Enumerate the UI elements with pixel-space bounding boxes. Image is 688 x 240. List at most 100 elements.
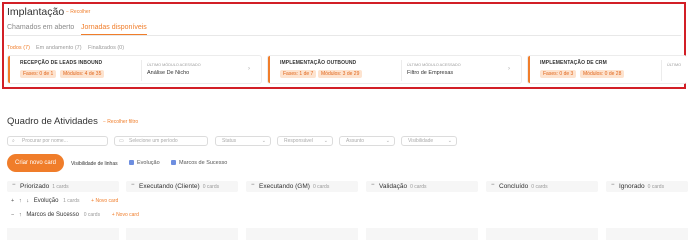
swimlane-row: + ↑ ↓ Evolução 1 cards + Novo card bbox=[11, 198, 118, 207]
board-column-header[interactable]: − Concluído 0 cards bbox=[486, 181, 598, 192]
column-title: Priorizado bbox=[20, 183, 50, 190]
column-title: Executando (Cliente) bbox=[139, 183, 200, 190]
column-name: Executando (Cliente) 0 cards bbox=[139, 183, 219, 190]
column-name: Concluído 0 cards bbox=[499, 183, 548, 190]
card-divider bbox=[661, 60, 662, 81]
column-name: Ignorado 0 cards bbox=[619, 183, 664, 190]
board-cell bbox=[366, 228, 478, 240]
period-picker[interactable]: ▭ Selecione um período bbox=[114, 136, 208, 146]
board-cell bbox=[246, 228, 358, 240]
lines-visibility-label: Visibilidade de linhas bbox=[71, 161, 118, 167]
arrow-up-icon[interactable]: ↑ bbox=[19, 198, 22, 204]
board-column-header[interactable]: − Executando (GM) 0 cards bbox=[246, 181, 358, 192]
collapse-column-icon[interactable]: − bbox=[12, 182, 16, 188]
search-icon: ⌕ bbox=[12, 138, 15, 144]
marcos-checkbox[interactable] bbox=[171, 160, 176, 165]
chevron-right-icon[interactable]: › bbox=[248, 66, 250, 72]
journey-name: RECEPÇÃO DE LEADS INBOUND bbox=[20, 60, 103, 66]
journey-card[interactable]: IMPLEMENTAÇÃO DE CRM Fases: 0 de 3 Módul… bbox=[527, 55, 687, 84]
active-tab-underline bbox=[81, 34, 147, 35]
column-count: 0 cards bbox=[647, 184, 665, 190]
period-placeholder: Selecione um período bbox=[129, 138, 178, 144]
column-count: 0 cards bbox=[202, 184, 220, 190]
filter-em-andamento[interactable]: Em andamento (7) bbox=[36, 45, 82, 51]
collapse-column-icon[interactable]: − bbox=[131, 182, 135, 188]
collapse-column-icon[interactable]: − bbox=[371, 182, 375, 188]
swimlane-name: Evolução bbox=[33, 198, 59, 204]
phases-badge: Fases: 1 de 7 bbox=[280, 70, 317, 78]
arrow-up-icon[interactable]: ↑ bbox=[19, 212, 22, 218]
board-cell bbox=[7, 228, 119, 240]
board-column-header[interactable]: − Priorizado 1 cards bbox=[7, 181, 119, 192]
card-accent bbox=[268, 56, 270, 83]
collapse-column-icon[interactable]: − bbox=[611, 182, 615, 188]
journey-name: IMPLEMENTAÇÃO OUTBOUND bbox=[280, 60, 357, 66]
board-column-header[interactable]: − Validação 0 cards bbox=[366, 181, 478, 192]
last-module-label: ÚLTIMO MÓDULO ACESSADO bbox=[407, 63, 461, 67]
evolucao-checkbox[interactable] bbox=[129, 160, 134, 165]
board-cell bbox=[126, 228, 238, 240]
column-count: 0 cards bbox=[312, 184, 330, 190]
phases-badge: Fases: 0 de 1 bbox=[20, 70, 57, 78]
swimlane-count: 1 cards bbox=[63, 198, 80, 204]
arrow-down-icon[interactable]: ↓ bbox=[26, 198, 29, 204]
responsible-select[interactable]: Responsável ⌄ bbox=[277, 136, 333, 146]
subject-select[interactable]: Assunto ⌄ bbox=[339, 136, 395, 146]
chevron-right-icon[interactable]: › bbox=[508, 66, 510, 72]
last-module-label: ÚLTIMO bbox=[667, 63, 682, 67]
column-count: 0 cards bbox=[531, 184, 548, 190]
visibility-label: Visibilidade bbox=[408, 138, 434, 144]
phases-badge: Fases: 0 de 3 bbox=[540, 70, 577, 78]
column-title: Executando (GM) bbox=[259, 183, 310, 190]
calendar-icon: ▭ bbox=[119, 138, 124, 144]
swimlane-row: − ↑ Marcos de Sucesso 0 cards + Novo car… bbox=[11, 212, 139, 221]
column-name: Executando (GM) 0 cards bbox=[259, 183, 329, 190]
modules-badge: Módulos: 3 de 29 bbox=[318, 70, 363, 78]
column-count: 1 cards bbox=[52, 184, 69, 190]
expand-icon[interactable]: + bbox=[11, 198, 14, 204]
card-divider bbox=[141, 60, 142, 81]
tab-jornadas-disponiveis[interactable]: Jornadas disponíveis bbox=[81, 24, 147, 31]
last-module-value: Análise De Nicho bbox=[147, 70, 190, 76]
collapse-icon[interactable]: − bbox=[11, 212, 14, 218]
chevron-down-icon: ⌄ bbox=[261, 138, 266, 144]
board-column-header[interactable]: − Executando (Cliente) 0 cards bbox=[126, 181, 238, 192]
tabs-divider bbox=[5, 35, 681, 36]
filter-todos[interactable]: Todos (7) bbox=[7, 45, 30, 51]
last-module-value: Filtro de Empresas bbox=[407, 70, 454, 76]
column-count: 0 cards bbox=[410, 184, 427, 190]
board-cell bbox=[606, 228, 688, 240]
filter-finalizados[interactable]: Finalizados (0) bbox=[88, 45, 124, 51]
swimlane-count: 0 cards bbox=[83, 212, 101, 218]
collapse-column-icon[interactable]: − bbox=[491, 182, 495, 188]
card-divider bbox=[401, 60, 402, 81]
collapse-column-icon[interactable]: − bbox=[251, 182, 255, 188]
journey-card[interactable]: IMPLEMENTAÇÃO OUTBOUND Fases: 1 de 7 Mód… bbox=[267, 55, 522, 84]
column-name: Priorizado 1 cards bbox=[20, 183, 69, 190]
journey-card[interactable]: RECEPÇÃO DE LEADS INBOUND Fases: 0 de 1 … bbox=[7, 55, 262, 84]
chevron-down-icon: ⌄ bbox=[385, 138, 390, 144]
board-column-header[interactable]: − Ignorado 0 cards bbox=[606, 181, 688, 192]
board-cell bbox=[486, 228, 598, 240]
create-card-button[interactable]: Criar novo card bbox=[7, 154, 64, 172]
column-title: Validação bbox=[379, 183, 408, 190]
responsible-label: Responsável bbox=[284, 138, 313, 144]
card-accent bbox=[8, 56, 10, 83]
modules-badge: Módulos: 0 de 28 bbox=[580, 70, 625, 78]
status-select[interactable]: Status ⌄ bbox=[215, 136, 271, 146]
visibility-select[interactable]: Visibilidade ⌄ bbox=[401, 136, 457, 146]
collapse-implantacao-link[interactable]: − Recolher bbox=[66, 9, 90, 15]
swimlane-name: Marcos de Sucesso bbox=[26, 212, 80, 218]
new-card-link[interactable]: + Novo card bbox=[91, 198, 118, 204]
collapse-filter-link[interactable]: − Recolher filtro bbox=[103, 119, 138, 125]
modules-badge: Módulos: 4 de 35 bbox=[60, 70, 105, 78]
last-module-label: ÚLTIMO MÓDULO ACESSADO bbox=[147, 63, 201, 67]
chevron-down-icon: ⌄ bbox=[323, 138, 328, 144]
column-title: Ignorado bbox=[619, 183, 645, 190]
column-name: Validação 0 cards bbox=[379, 183, 426, 190]
board-title: Quadro de Atividades bbox=[7, 116, 98, 127]
tab-chamados-em-aberto[interactable]: Chamados em aberto bbox=[7, 24, 74, 31]
search-input[interactable]: ⌕ Procurar por nome... bbox=[7, 136, 108, 146]
new-card-link[interactable]: + Novo card bbox=[112, 212, 139, 218]
chevron-down-icon: ⌄ bbox=[447, 138, 452, 144]
